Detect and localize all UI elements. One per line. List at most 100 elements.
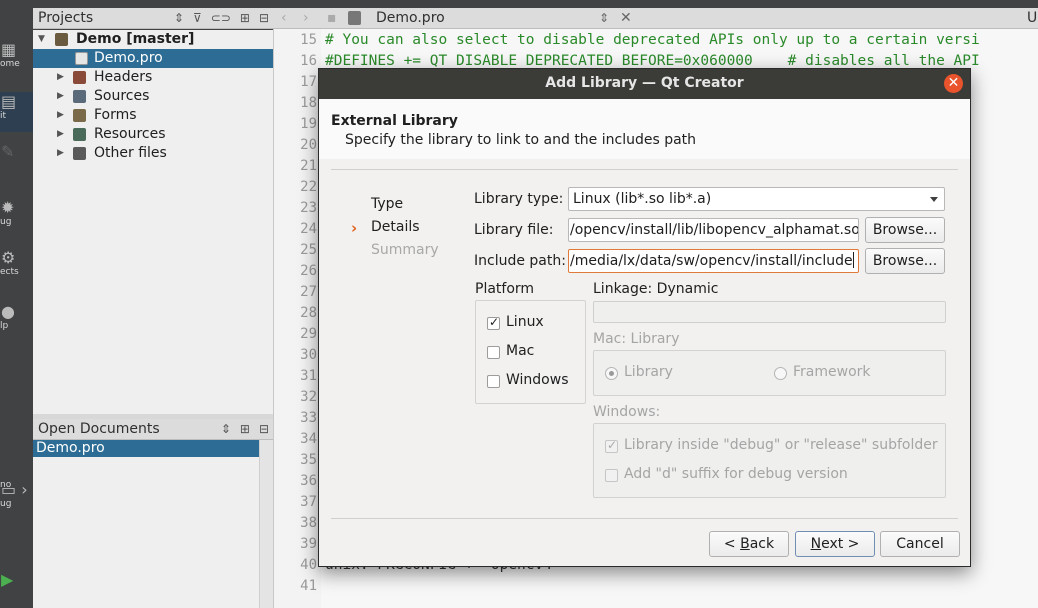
linux-checkbox[interactable] xyxy=(487,315,500,330)
projects-pane-header: Projects ⇕ ⊽ ⊂⊃ ⊞ ⊟ xyxy=(33,8,273,29)
line-number: 30 xyxy=(300,347,317,363)
line-number: 23 xyxy=(300,200,317,216)
mac-label: Mac xyxy=(506,343,535,359)
line-number: 24 xyxy=(300,221,317,237)
link-with-editor-icon[interactable]: ⊂⊃ xyxy=(211,8,231,28)
headers-folder-icon xyxy=(73,71,86,84)
back-arrow-icon[interactable]: ‹ xyxy=(281,8,287,28)
linkage-combo xyxy=(593,301,946,323)
library-file-label: Library file: xyxy=(474,222,554,238)
lock-icon: ▪ xyxy=(327,10,337,26)
editor-encoding-label: U xyxy=(1027,10,1038,26)
expanded-arrow-icon[interactable]: ▼ xyxy=(38,30,45,49)
line-number: 19 xyxy=(300,116,317,132)
platform-title: Platform xyxy=(475,281,535,297)
help-icon: ● xyxy=(1,302,15,321)
windows-title: Windows: xyxy=(593,404,661,420)
forward-arrow-icon[interactable]: › xyxy=(303,8,309,28)
line-number: 32 xyxy=(300,389,317,405)
view-selector-arrows-icon[interactable]: ⇕ xyxy=(174,8,184,28)
line-number: 25 xyxy=(300,242,317,258)
close-document-icon[interactable]: ✕ xyxy=(620,8,632,28)
footer-divider xyxy=(331,518,958,519)
line-number: 27 xyxy=(300,284,317,300)
collapsed-arrow-icon[interactable]: ▶ xyxy=(57,87,64,106)
mode-welcome[interactable]: ▦ ome xyxy=(0,40,33,80)
line-number: 40 xyxy=(300,557,317,573)
mac-library-title: Mac: Library xyxy=(593,331,680,347)
library-type-combo[interactable]: Linux (lib*.so lib*.a) xyxy=(568,187,945,211)
mode-projects[interactable]: ⚙ ects xyxy=(0,248,33,288)
windows-label: Windows xyxy=(506,372,569,388)
mode-design[interactable]: ✎ xyxy=(0,142,33,182)
cancel-button[interactable]: Cancel xyxy=(880,531,960,557)
file-selector-arrows-icon[interactable]: ⇕ xyxy=(599,8,609,28)
open-documents-title: Open Documents xyxy=(38,421,160,437)
tree-item-sources[interactable]: ▶ Sources xyxy=(33,87,273,106)
platform-group: Linux Mac Windows xyxy=(475,300,586,404)
mode-bar: ▦ ome ▤ it ✎ ✹ ug ⚙ ects ● lp no ▭ › ug … xyxy=(0,0,33,608)
close-icon[interactable]: ✕ xyxy=(944,74,963,93)
home-grid-icon: ▦ xyxy=(1,40,17,59)
line-number: 29 xyxy=(300,326,317,342)
windows-group: Library inside "debug" or "release" subf… xyxy=(593,423,946,498)
next-button[interactable]: Next > xyxy=(795,531,875,557)
tree-item-forms[interactable]: ▶ Forms xyxy=(33,106,273,125)
editor-file-name[interactable]: Demo.pro xyxy=(376,8,445,28)
open-documents-scrollbar[interactable] xyxy=(259,440,273,608)
line-number: 26 xyxy=(300,263,317,279)
library-file-browse-button[interactable]: Browse... xyxy=(865,217,945,243)
back-button[interactable]: < Back xyxy=(709,531,789,557)
tree-item-resources[interactable]: ▶ Resources xyxy=(33,125,273,144)
d-suffix-label: Add "d" suffix for debug version xyxy=(624,466,848,482)
mode-edit[interactable]: ▤ it xyxy=(0,92,33,132)
close-pane-icon[interactable]: ⊟ xyxy=(259,419,269,439)
mode-help[interactable]: ● lp xyxy=(0,302,33,342)
d-suffix-checkbox xyxy=(605,469,618,482)
include-path-field[interactable]: /media/lx/data/sw/opencv/install/include xyxy=(568,249,859,273)
qt-creator-window: ▦ ome ▤ it ✎ ✹ ug ⚙ ects ● lp no ▭ › ug … xyxy=(0,0,1038,608)
close-pane-icon[interactable]: ⊟ xyxy=(259,8,269,28)
collapsed-arrow-icon[interactable]: ▶ xyxy=(57,144,64,163)
header-divider xyxy=(331,169,958,170)
line-number: 37 xyxy=(300,494,317,510)
edit-icon: ▤ xyxy=(1,92,17,111)
line-number: 36 xyxy=(300,473,317,489)
collapsed-arrow-icon[interactable]: ▶ xyxy=(57,68,64,87)
add-library-dialog: Add Library — Qt Creator ✕ External Libr… xyxy=(318,68,971,567)
text-cursor xyxy=(852,252,854,268)
windows-checkbox[interactable] xyxy=(487,375,500,388)
run-button[interactable]: ▶ xyxy=(0,570,33,594)
tree-item-headers[interactable]: ▶ Headers xyxy=(33,68,273,87)
project-tree: ▼ Demo [master] Demo.pro ▶ Headers ▶ Sou… xyxy=(33,30,273,414)
tree-item-other-files[interactable]: ▶ Other files xyxy=(33,144,273,163)
library-file-field[interactable]: /opencv/install/lib/libopencv_alphamat.s… xyxy=(568,218,859,242)
line-number: 35 xyxy=(300,452,317,468)
tree-item-project[interactable]: ▼ Demo [master] xyxy=(33,30,273,49)
project-icon xyxy=(55,33,68,46)
include-path-browse-button[interactable]: Browse... xyxy=(865,248,945,274)
split-pane-icon[interactable]: ⊞ xyxy=(240,8,250,28)
run-icon: ▶ xyxy=(1,570,14,589)
editor-toolbar: ‹ › ▪ Demo.pro ⇕ ✕ U xyxy=(273,8,1038,29)
file-type-icon xyxy=(348,11,361,25)
filter-icon[interactable]: ⊽ xyxy=(193,8,202,28)
kit-selector[interactable]: no ▭ › ug xyxy=(0,480,33,544)
split-pane-icon[interactable]: ⊞ xyxy=(240,419,250,439)
line-number: 16 xyxy=(300,53,317,69)
mac-checkbox[interactable] xyxy=(487,346,500,359)
mode-debug[interactable]: ✹ ug xyxy=(0,198,33,238)
collapsed-arrow-icon[interactable]: ▶ xyxy=(57,106,64,125)
design-icon: ✎ xyxy=(1,142,15,161)
dialog-titlebar[interactable]: Add Library — Qt Creator ✕ xyxy=(319,69,970,99)
view-selector-arrows-icon[interactable]: ⇕ xyxy=(221,419,231,439)
tree-item-demo-pro[interactable]: Demo.pro xyxy=(33,49,273,68)
line-number: 39 xyxy=(300,536,317,552)
line-number: 41 xyxy=(300,578,317,594)
page-title: External Library xyxy=(331,113,458,129)
line-number: 33 xyxy=(300,410,317,426)
open-documents-list: Demo.pro xyxy=(33,440,273,608)
collapsed-arrow-icon[interactable]: ▶ xyxy=(57,125,64,144)
open-document-item[interactable]: Demo.pro xyxy=(33,440,259,457)
mac-framework-radio-label: Framework xyxy=(793,364,871,380)
